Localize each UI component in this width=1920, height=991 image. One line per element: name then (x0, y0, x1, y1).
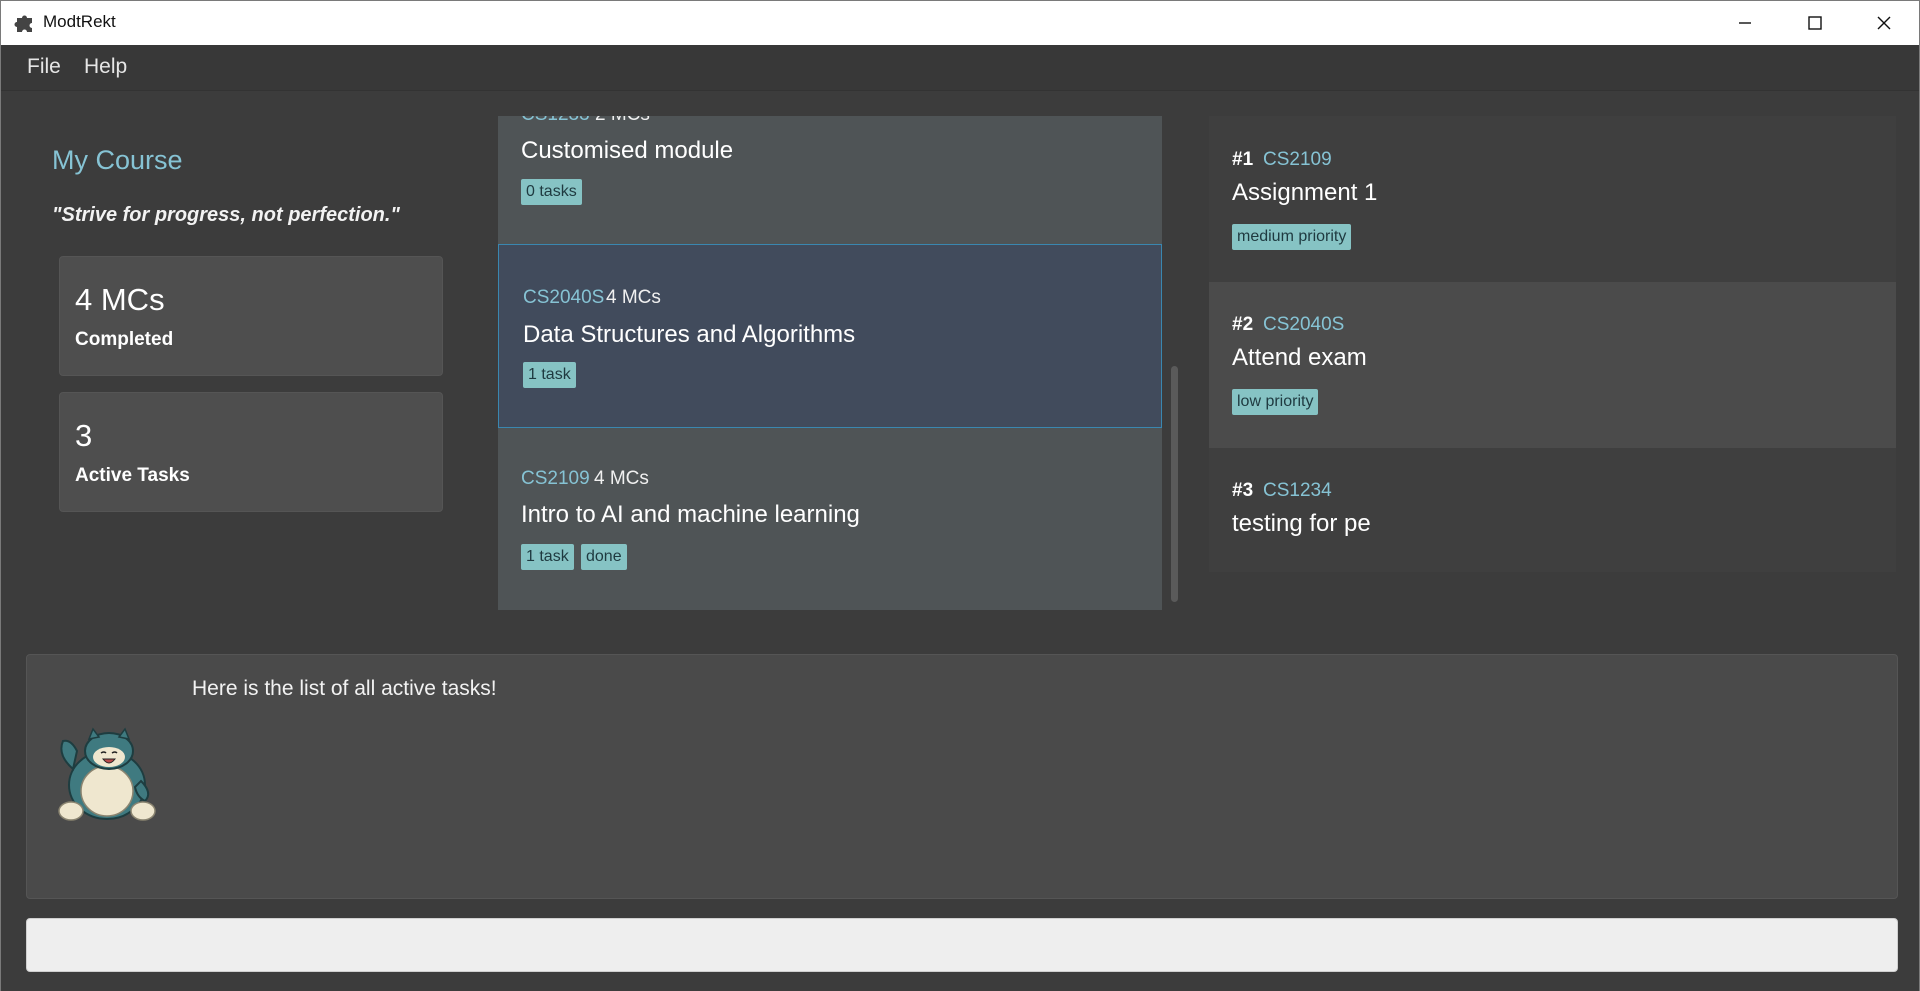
task-card[interactable]: #1 CS2109 Assignment 1 medium priority (1209, 116, 1896, 282)
module-card[interactable]: CS1233 2 MCs Customised module 0 tasks (498, 116, 1162, 241)
module-tag: 0 tasks (521, 179, 582, 205)
task-module-code: CS1234 (1263, 480, 1332, 501)
stat-card-tasks: 3 Active Tasks (59, 392, 443, 512)
task-module-code: CS2040S (1263, 314, 1345, 335)
task-name: testing for pe (1232, 510, 1371, 537)
stat-label: Completed (75, 329, 174, 350)
module-tag: done (581, 544, 627, 570)
task-module-code: CS2109 (1263, 149, 1332, 170)
module-card-selected[interactable]: CS2040S 4 MCs Data Structures and Algori… (498, 244, 1162, 428)
task-list[interactable]: #1 CS2109 Assignment 1 medium priority #… (1209, 116, 1896, 572)
minimize-icon (1739, 22, 1751, 24)
snorlax-mascot-icon (58, 727, 156, 821)
priority-tag: low priority (1232, 389, 1319, 415)
task-name: Attend exam (1232, 344, 1367, 371)
course-title: My Course (52, 145, 183, 175)
menu-bar: File Help (1, 45, 1919, 91)
module-tag: 1 task (521, 544, 574, 570)
stat-value: 4 MCs (75, 282, 165, 317)
title-bar: ModtRekt (1, 1, 1919, 45)
result-display: Here is the list of all active tasks! (26, 654, 1898, 899)
task-name: Assignment 1 (1232, 179, 1378, 206)
module-tag: 1 task (523, 362, 576, 388)
task-number: #3 (1232, 480, 1254, 501)
module-list[interactable]: CS1233 2 MCs Customised module 0 tasks C… (498, 116, 1162, 610)
app-window: ModtRekt File Help My Course "Strive for… (0, 0, 1920, 991)
module-code: CS2040S (523, 287, 605, 308)
module-list-scrollbar[interactable] (1171, 366, 1178, 602)
main-content: My Course "Strive for progress, not perf… (1, 91, 1919, 991)
task-number: #2 (1232, 314, 1254, 335)
module-mcs: 4 MCs (594, 468, 649, 489)
stat-value: 3 (75, 418, 93, 453)
puzzle-piece-icon (14, 15, 32, 32)
menu-help[interactable]: Help (84, 55, 127, 79)
task-number: #1 (1232, 149, 1254, 170)
motivational-quote: "Strive for progress, not perfection." (52, 204, 400, 226)
menu-file[interactable]: File (27, 55, 61, 79)
close-icon (1877, 16, 1891, 30)
stat-card-mcs: 4 MCs Completed (59, 256, 443, 376)
module-mcs: 2 MCs (595, 116, 650, 126)
task-card[interactable]: #2 CS2040S Attend exam low priority (1209, 282, 1896, 448)
window-title: ModtRekt (43, 12, 116, 31)
stat-label: Active Tasks (75, 465, 190, 486)
module-code: CS2109 (521, 468, 590, 489)
module-name: Intro to AI and machine learning (521, 501, 860, 528)
minimize-button[interactable] (1710, 1, 1780, 45)
close-button[interactable] (1849, 1, 1919, 45)
maximize-button[interactable] (1780, 1, 1850, 45)
module-code: CS1233 (521, 116, 590, 126)
module-name: Customised module (521, 137, 734, 164)
task-card[interactable]: #3 CS1234 testing for pe (1209, 448, 1896, 572)
maximize-icon (1808, 16, 1822, 30)
result-message: Here is the list of all active tasks! (192, 677, 497, 700)
module-card[interactable]: CS2109 4 MCs Intro to AI and machine lea… (498, 428, 1162, 610)
priority-tag: medium priority (1232, 224, 1352, 250)
command-input[interactable] (26, 918, 1898, 972)
module-name: Data Structures and Algorithms (523, 321, 856, 348)
module-mcs: 4 MCs (606, 287, 661, 308)
